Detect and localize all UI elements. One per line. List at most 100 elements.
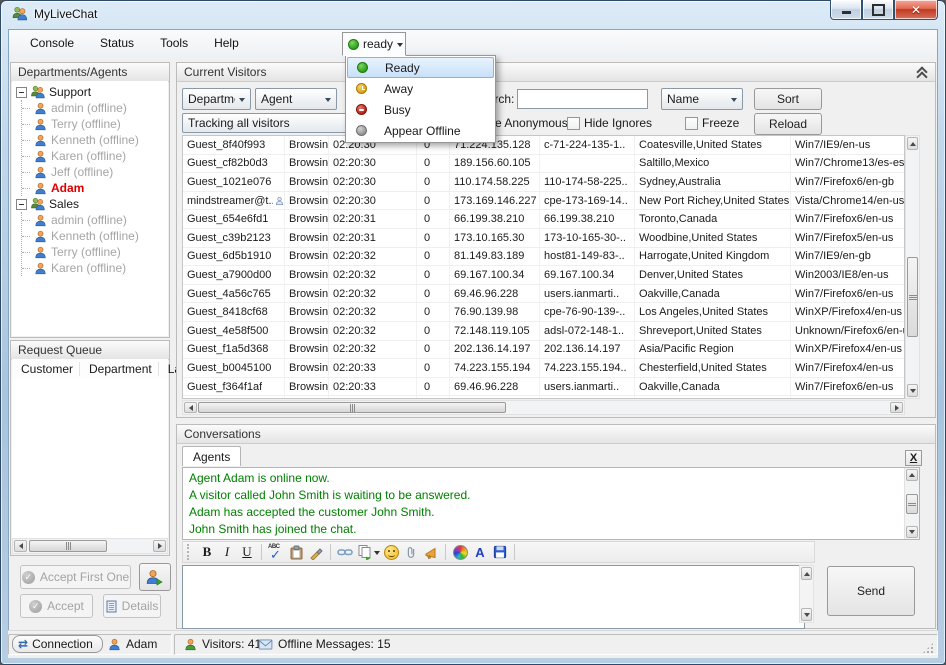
message-vscrollbar[interactable]	[799, 565, 814, 623]
scroll-left-icon[interactable]	[14, 540, 27, 552]
push-page-button[interactable]	[421, 543, 441, 562]
agent-status-dropdown[interactable]: ready	[342, 32, 406, 56]
visitor-row[interactable]: Guest_8418cf68 Browsing 02:20:32 0 76.90…	[183, 303, 904, 322]
accept-button[interactable]: ✓ Accept	[20, 594, 93, 618]
accept-first-one-button[interactable]: ✓ Accept First One	[20, 565, 131, 589]
agent-tree-node[interactable]: Terry (offline)	[22, 116, 168, 132]
title-bar[interactable]: MyLiveChat ✕	[0, 0, 946, 29]
sort-by-dropdown[interactable]: Name	[661, 88, 743, 110]
save-transcript-button[interactable]	[490, 543, 510, 562]
menu-item[interactable]: Tools	[147, 30, 201, 55]
visitor-row[interactable]: Guest_c39b2123 Browsing 02:20:31 0 173.1…	[183, 229, 904, 248]
department-tree-node[interactable]: Support	[12, 84, 168, 100]
agent-tree-node[interactable]: Terry (offline)	[22, 244, 168, 260]
visitor-row[interactable]: Guest_f1a5d368 Browsing 02:20:32 0 202.1…	[183, 341, 904, 360]
menu-item[interactable]: Help	[201, 30, 252, 55]
agent-tree-node[interactable]: Jeff (offline)	[22, 164, 168, 180]
agent-tree-node[interactable]: Karen (offline)	[22, 260, 168, 276]
minimize-button[interactable]	[830, 0, 862, 20]
scroll-right-icon[interactable]	[890, 402, 903, 413]
visitor-row[interactable]: Guest_654e6fd1 Browsing 02:20:31 0 66.19…	[183, 210, 904, 229]
font-color-button[interactable]: A	[470, 543, 490, 562]
queue-hscrollbar[interactable]	[12, 538, 168, 554]
visitor-row[interactable]: Guest_15e03bed Browsing 02:20:34 0 84.10…	[183, 396, 904, 399]
scroll-down-icon[interactable]	[801, 608, 812, 621]
visitor-row[interactable]: Guest_b0045100 Browsing 02:20:33 0 74.22…	[183, 359, 904, 378]
scroll-up-icon[interactable]	[801, 567, 812, 580]
transfer-visitor-button[interactable]	[139, 563, 171, 591]
paste-button[interactable]	[286, 543, 306, 562]
collapse-panel-icon[interactable]	[916, 66, 928, 78]
bold-button[interactable]: B	[197, 543, 217, 562]
menu-item[interactable]: Status	[87, 30, 147, 55]
queue-column-header[interactable]: Customer	[12, 362, 80, 376]
insert-link-button[interactable]	[335, 543, 355, 562]
scroll-thumb[interactable]	[907, 257, 918, 337]
attachment-button[interactable]	[401, 543, 421, 562]
reload-button[interactable]: Reload	[754, 113, 822, 135]
underline-button[interactable]: U	[237, 543, 257, 562]
italic-button[interactable]: I	[217, 543, 237, 562]
chat-log[interactable]: Agent Adam is online now.A visitor calle…	[182, 467, 920, 540]
scroll-thumb[interactable]	[906, 494, 918, 514]
tab-agents[interactable]: Agents	[182, 446, 241, 466]
queue-list[interactable]	[12, 379, 168, 538]
connection-button[interactable]: ⇄ Connection	[12, 635, 103, 653]
status-menu-item[interactable]: Appear Offline	[347, 120, 494, 141]
close-button[interactable]: ✕	[894, 0, 938, 20]
agent-tree-node[interactable]: Karen (offline)	[22, 148, 168, 164]
scroll-right-icon[interactable]	[153, 540, 166, 552]
visitor-row[interactable]: Guest_6d5b1910 Browsing 02:20:32 0 81.14…	[183, 248, 904, 267]
maximize-button[interactable]	[862, 0, 894, 20]
canned-response-button[interactable]	[355, 543, 381, 562]
hide-ignores-checkbox[interactable]	[567, 117, 580, 130]
visitors-hscrollbar[interactable]	[182, 400, 905, 415]
collapse-toggle-icon[interactable]	[16, 87, 27, 98]
format-painter-button[interactable]	[306, 543, 326, 562]
visitors-vscrollbar[interactable]	[905, 135, 920, 399]
send-button[interactable]: Send	[827, 566, 915, 616]
scroll-thumb[interactable]	[198, 402, 506, 413]
visitor-row[interactable]: Guest_f364f1af Browsing 02:20:33 0 69.46…	[183, 378, 904, 397]
hide-ignores-option[interactable]: Hide Ignores	[567, 116, 652, 130]
agent-tree-node[interactable]: Adam	[22, 180, 168, 196]
agent-tree-node[interactable]: Kenneth (offline)	[22, 132, 168, 148]
toolbar-grip[interactable]	[187, 544, 193, 560]
visitor-row[interactable]: Guest_cf82b0d3 Browsing 02:20:30 0 189.1…	[183, 155, 904, 174]
scroll-left-icon[interactable]	[184, 402, 197, 413]
scroll-down-icon[interactable]	[907, 384, 918, 397]
visitor-row[interactable]: Guest_4a56c765 Browsing 02:20:32 0 69.46…	[183, 285, 904, 304]
freeze-checkbox[interactable]	[685, 117, 698, 130]
visitor-row[interactable]: mindstreamer@t.. Browsing 02:20:30 0 173…	[183, 192, 904, 211]
close-tab-button[interactable]: X	[905, 450, 922, 466]
chat-vscrollbar[interactable]	[904, 468, 919, 539]
scroll-down-icon[interactable]	[906, 526, 918, 538]
details-button[interactable]: Details	[103, 594, 161, 618]
scroll-up-icon[interactable]	[906, 469, 918, 481]
status-menu-item[interactable]: Away	[347, 78, 494, 99]
spellcheck-button[interactable]: ABC✓	[266, 543, 286, 562]
status-menu-item[interactable]: Busy	[347, 99, 494, 120]
visitor-row[interactable]: Guest_1021e076 Browsing 02:20:30 0 110.1…	[183, 173, 904, 192]
agent-tree-node[interactable]: admin (offline)	[22, 212, 168, 228]
department-tree-node[interactable]: Sales	[12, 196, 168, 212]
freeze-option[interactable]: Freeze	[685, 116, 739, 130]
visitor-row[interactable]: Guest_a7900d00 Browsing 02:20:32 0 69.16…	[183, 266, 904, 285]
agent-tree-node[interactable]: admin (offline)	[22, 100, 168, 116]
agent-filter-dropdown[interactable]: Agent	[255, 88, 337, 110]
queue-column-header[interactable]: Department	[80, 362, 159, 376]
visitor-row[interactable]: Guest_4e58f500 Browsing 02:20:32 0 72.14…	[183, 322, 904, 341]
emoticon-button[interactable]	[381, 543, 401, 562]
message-input[interactable]	[182, 565, 805, 629]
background-color-button[interactable]	[450, 543, 470, 562]
status-menu-item[interactable]: Ready	[347, 57, 494, 78]
sort-button[interactable]: Sort	[754, 88, 822, 110]
scroll-up-icon[interactable]	[907, 137, 918, 150]
menu-item[interactable]: Console	[17, 30, 87, 55]
collapse-toggle-icon[interactable]	[16, 199, 27, 210]
agent-tree-node[interactable]: Kenneth (offline)	[22, 228, 168, 244]
department-filter-dropdown[interactable]: Department	[182, 88, 251, 110]
search-input[interactable]	[517, 89, 648, 109]
scroll-thumb[interactable]	[29, 540, 107, 552]
visitor-row[interactable]: Guest_8f40f993 Browsing 02:20:30 0 71.22…	[183, 136, 904, 155]
